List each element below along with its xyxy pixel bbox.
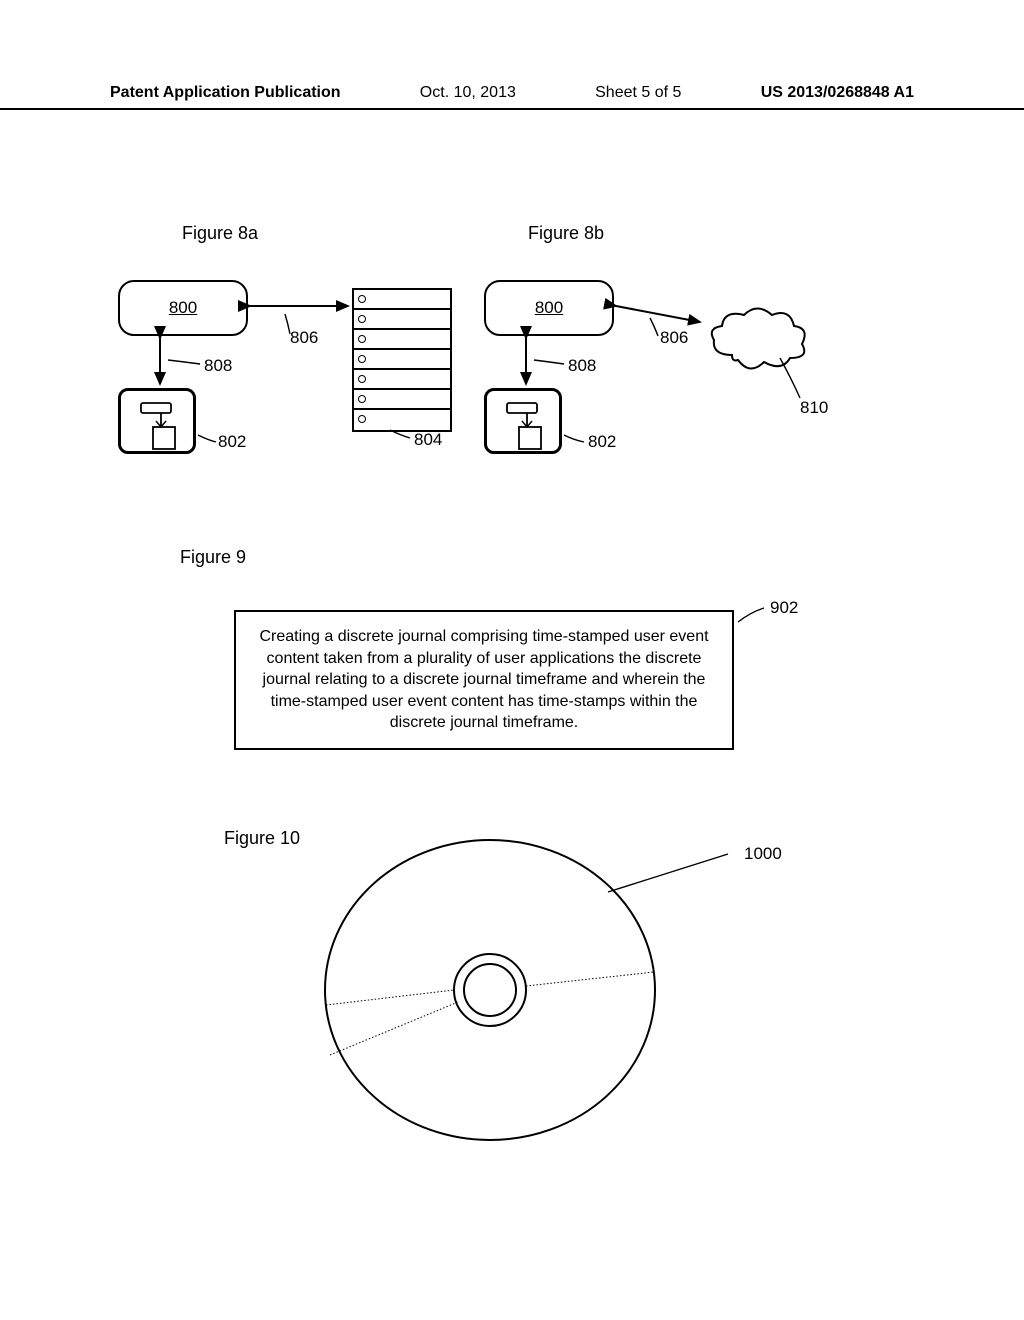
figure-9-label: Figure 9	[180, 547, 246, 568]
sheet-info: Sheet 5 of 5	[595, 84, 681, 102]
ref-802-a: 802	[218, 432, 246, 452]
ref-808-b: 808	[568, 356, 596, 376]
figure-9-box: Creating a discrete journal comprising t…	[234, 610, 734, 750]
figure-9-text: Creating a discrete journal comprising t…	[259, 628, 708, 731]
ref-804: 804	[414, 430, 442, 450]
ref-808-a: 808	[204, 356, 232, 376]
publication-date: Oct. 10, 2013	[420, 84, 516, 102]
ref-1000: 1000	[744, 844, 782, 864]
figure-8-arrows	[90, 280, 890, 480]
figure-8a-label: Figure 8a	[182, 223, 258, 244]
figure-10-label: Figure 10	[224, 828, 300, 849]
ref-902: 902	[770, 598, 798, 618]
ref-810: 810	[800, 398, 828, 418]
ref-802-b: 802	[588, 432, 616, 452]
figure-8-area: 800 800	[90, 280, 890, 480]
ref-806-b: 806	[660, 328, 688, 348]
page-header: Patent Application Publication Oct. 10, …	[0, 84, 1024, 110]
document-number: US 2013/0268848 A1	[761, 84, 914, 102]
ref-806-a: 806	[290, 328, 318, 348]
figure-8b-label: Figure 8b	[528, 223, 604, 244]
figure-10-disc	[290, 820, 810, 1150]
publication-title: Patent Application Publication	[110, 84, 341, 102]
